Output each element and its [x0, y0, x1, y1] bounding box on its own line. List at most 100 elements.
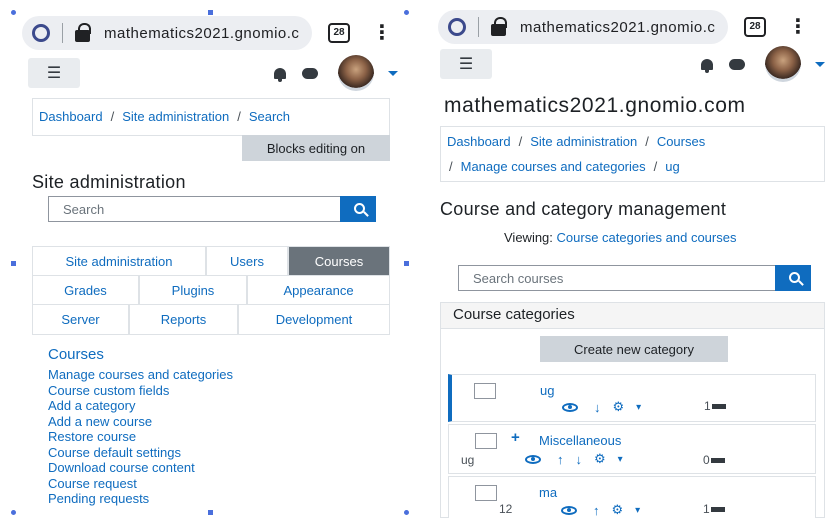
lock-icon[interactable]	[75, 22, 91, 42]
gear-icon[interactable]: ⚙	[594, 451, 606, 467]
hamburger-menu-icon[interactable]: ☰	[440, 49, 492, 79]
arrow-down-icon[interactable]: ↓	[576, 452, 583, 467]
gear-icon[interactable]: ⚙	[613, 399, 625, 415]
link-course-custom-fields[interactable]: Course custom fields	[48, 383, 233, 399]
resize-handle[interactable]	[10, 260, 17, 267]
category-name[interactable]: Miscellaneous	[539, 433, 621, 448]
address-bar[interactable]: mathematics2021.gnomio.c	[438, 10, 728, 44]
breadcrumb-ug[interactable]: ug	[665, 159, 679, 174]
category-name[interactable]: ug	[540, 383, 554, 398]
viewing-selector[interactable]: Viewing: Course categories and courses	[504, 230, 736, 245]
site-title[interactable]: mathematics2021.gnomio.com	[444, 94, 746, 118]
breadcrumb-dashboard[interactable]: Dashboard	[39, 109, 103, 124]
browser-menu-icon[interactable]: ⋮	[372, 23, 392, 43]
plus-expand-icon[interactable]: +	[511, 429, 520, 446]
breadcrumb-search[interactable]: Search	[249, 109, 290, 124]
notifications-bell-icon[interactable]	[274, 67, 286, 82]
address-bar[interactable]: mathematics2021.gnomio.c	[22, 16, 312, 50]
url-text[interactable]: mathematics2021.gnomio.c	[520, 19, 715, 36]
tab-reports[interactable]: Reports	[130, 305, 239, 334]
tab-server[interactable]: Server	[33, 305, 130, 334]
search-input[interactable]: Search	[48, 196, 340, 222]
tab-appearance[interactable]: Appearance	[248, 276, 389, 304]
link-add-category[interactable]: Add a category	[48, 398, 233, 414]
search-courses-input[interactable]: Search courses	[458, 265, 775, 291]
resize-handle[interactable]	[207, 9, 214, 16]
category-row[interactable]: + Miscellaneous ug ↑ ↓ ⚙ ▾ 0	[448, 424, 816, 474]
tab-count-button[interactable]: 28	[328, 23, 350, 43]
link-manage-courses[interactable]: Manage courses and categories	[48, 367, 233, 383]
browser-toolbar: mathematics2021.gnomio.c 28 ⋮	[438, 8, 825, 46]
breadcrumb-site-administration[interactable]: Site administration	[530, 134, 637, 149]
link-add-new-course[interactable]: Add a new course	[48, 414, 233, 430]
left-screenshot-panel: mathematics2021.gnomio.c 28 ⋮ ☰ Dashboar…	[14, 0, 406, 518]
course-count-value: 0	[703, 453, 710, 467]
shield-icon[interactable]	[32, 24, 50, 42]
resize-handle[interactable]	[403, 260, 410, 267]
link-download-course-content[interactable]: Download course content	[48, 460, 233, 476]
user-menu-chevron-down-icon[interactable]	[815, 61, 825, 67]
search-button[interactable]	[775, 265, 811, 291]
link-restore-course[interactable]: Restore course	[48, 429, 233, 445]
tab-courses[interactable]: Courses	[289, 247, 389, 275]
create-new-category-button[interactable]: Create new category	[540, 336, 728, 362]
messages-chat-icon[interactable]	[302, 67, 318, 79]
resize-handle[interactable]	[207, 509, 214, 516]
link-course-default-settings[interactable]: Course default settings	[48, 445, 233, 461]
tab-plugins[interactable]: Plugins	[140, 276, 248, 304]
messages-chat-icon[interactable]	[729, 58, 745, 70]
course-categories-title: Course categories	[441, 303, 824, 329]
category-row[interactable]: ug ↓ ⚙ ▾ 1	[448, 374, 816, 422]
category-checkbox[interactable]	[475, 433, 497, 449]
tab-site-administration[interactable]: Site administration	[33, 247, 207, 275]
link-pending-requests[interactable]: Pending requests	[48, 491, 233, 507]
chevron-down-icon[interactable]: ▾	[635, 505, 640, 516]
eye-icon[interactable]	[562, 402, 578, 412]
category-checkbox[interactable]	[474, 383, 496, 399]
resize-handle[interactable]	[403, 509, 410, 516]
eye-icon[interactable]	[561, 505, 577, 515]
browser-menu-icon[interactable]: ⋮	[788, 17, 808, 37]
breadcrumb-separator: /	[645, 134, 649, 149]
page-title: Site administration	[32, 172, 186, 192]
search-button[interactable]	[340, 196, 376, 222]
notifications-bell-icon[interactable]	[701, 58, 713, 73]
arrow-down-icon[interactable]: ↓	[594, 400, 601, 415]
gear-icon[interactable]: ⚙	[612, 502, 624, 518]
page-title: Course and category management	[440, 199, 727, 219]
resize-handle[interactable]	[403, 9, 410, 16]
tab-development[interactable]: Development	[239, 305, 389, 334]
viewing-value[interactable]: Course categories and courses	[557, 230, 737, 245]
user-menu-chevron-down-icon[interactable]	[388, 70, 398, 76]
chevron-down-icon[interactable]: ▾	[618, 454, 623, 465]
breadcrumb-dashboard[interactable]: Dashboard	[447, 134, 511, 149]
breadcrumb-separator: /	[237, 109, 241, 124]
breadcrumb-site-administration[interactable]: Site administration	[122, 109, 229, 124]
user-avatar[interactable]	[765, 46, 801, 82]
breadcrumb-courses[interactable]: Courses	[657, 134, 705, 149]
hamburger-menu-icon[interactable]: ☰	[28, 58, 80, 88]
eye-icon[interactable]	[525, 454, 541, 464]
user-avatar[interactable]	[338, 55, 374, 91]
breadcrumb-manage-courses[interactable]: Manage courses and categories	[461, 159, 646, 174]
link-course-request[interactable]: Course request	[48, 476, 233, 492]
category-name[interactable]: ma	[539, 485, 557, 500]
breadcrumb: Dashboard / Site administration / Courses / M…	[440, 126, 825, 182]
lock-icon[interactable]	[491, 16, 507, 36]
arrow-up-icon[interactable]: ↑	[557, 452, 564, 467]
chevron-down-icon[interactable]: ▾	[636, 402, 641, 413]
tab-grades[interactable]: Grades	[33, 276, 140, 304]
section-title-courses[interactable]: Courses	[48, 346, 233, 363]
arrow-up-icon[interactable]: ↑	[593, 503, 600, 518]
url-text[interactable]: mathematics2021.gnomio.c	[104, 25, 299, 42]
blocks-editing-on-button[interactable]: Blocks editing on	[242, 135, 390, 161]
tab-users[interactable]: Users	[207, 247, 289, 275]
shield-icon[interactable]	[448, 18, 466, 36]
resize-handle[interactable]	[10, 509, 17, 516]
tab-count-button[interactable]: 28	[744, 17, 766, 37]
breadcrumb-separator: /	[653, 159, 658, 174]
resize-handle[interactable]	[10, 9, 17, 16]
category-checkbox[interactable]	[475, 485, 497, 501]
category-row[interactable]: ma 12 ↑ ⚙ ▾ 1	[448, 476, 816, 518]
category-actions: ↓ ⚙ ▾	[562, 399, 653, 415]
